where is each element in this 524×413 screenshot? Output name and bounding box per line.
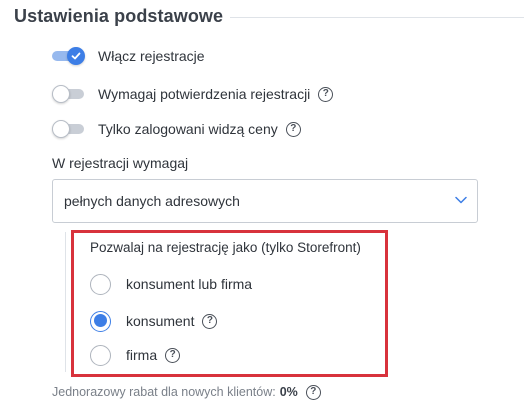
radio-option-consumer[interactable]: konsument ?: [90, 310, 218, 332]
radio-button[interactable]: [90, 344, 111, 366]
discount-value: 0%: [279, 385, 298, 399]
toggle-row-require-confirmation: Wymagaj potwierdzenia rejestracji ?: [52, 82, 334, 106]
help-icon[interactable]: ?: [318, 86, 334, 102]
discount-label: Jednorazowy rabat dla nowych klientów:: [52, 385, 276, 399]
help-icon[interactable]: ?: [165, 347, 181, 363]
register-as-title: Pozwalaj na rejestrację jako (tylko Stor…: [90, 240, 361, 255]
require-confirmation-label: Wymagaj potwierdzenia rejestracji: [98, 86, 311, 102]
radio-button[interactable]: [90, 310, 111, 332]
radio-option-company[interactable]: firma ?: [90, 344, 181, 366]
toggle-row-logged-in-prices: Tylko zalogowani widzą ceny ?: [52, 117, 301, 141]
toggle-knob: [52, 120, 70, 138]
section-header: Ustawienia podstawowe: [14, 0, 524, 40]
logged-in-prices-label: Tylko zalogowani widzą ceny: [98, 121, 278, 137]
section-title: Ustawienia podstawowe: [14, 6, 224, 26]
require-confirmation-toggle[interactable]: [52, 84, 86, 104]
help-icon[interactable]: ?: [202, 313, 218, 329]
toggle-knob: [67, 47, 85, 65]
help-icon[interactable]: ?: [305, 384, 321, 400]
radio-button[interactable]: [90, 273, 111, 295]
toggle-knob: [52, 85, 70, 103]
toggle-row-enable-registration: Włącz rejestracje: [52, 44, 205, 68]
select-value: pełnych danych adresowych: [64, 193, 240, 209]
radio-label: konsument: [126, 313, 195, 329]
group-indent-line: [65, 232, 66, 372]
enable-registration-label: Włącz rejestracje: [98, 48, 205, 64]
new-client-discount: Jednorazowy rabat dla nowych klientów: 0…: [52, 383, 321, 401]
help-icon[interactable]: ?: [285, 121, 301, 137]
enable-registration-toggle[interactable]: [52, 46, 86, 66]
radio-label: firma: [126, 347, 158, 363]
radio-label: konsument lub firma: [126, 276, 253, 292]
chevron-down-icon: [455, 196, 467, 204]
checkmark-icon: [71, 52, 81, 60]
registration-fields-select[interactable]: pełnych danych adresowych: [52, 179, 478, 223]
registration-fields-label: W rejestracji wymagaj: [52, 155, 189, 171]
radio-option-consumer-or-company[interactable]: konsument lub firma: [90, 273, 252, 295]
section-divider: [230, 17, 524, 18]
logged-in-prices-toggle[interactable]: [52, 119, 86, 139]
